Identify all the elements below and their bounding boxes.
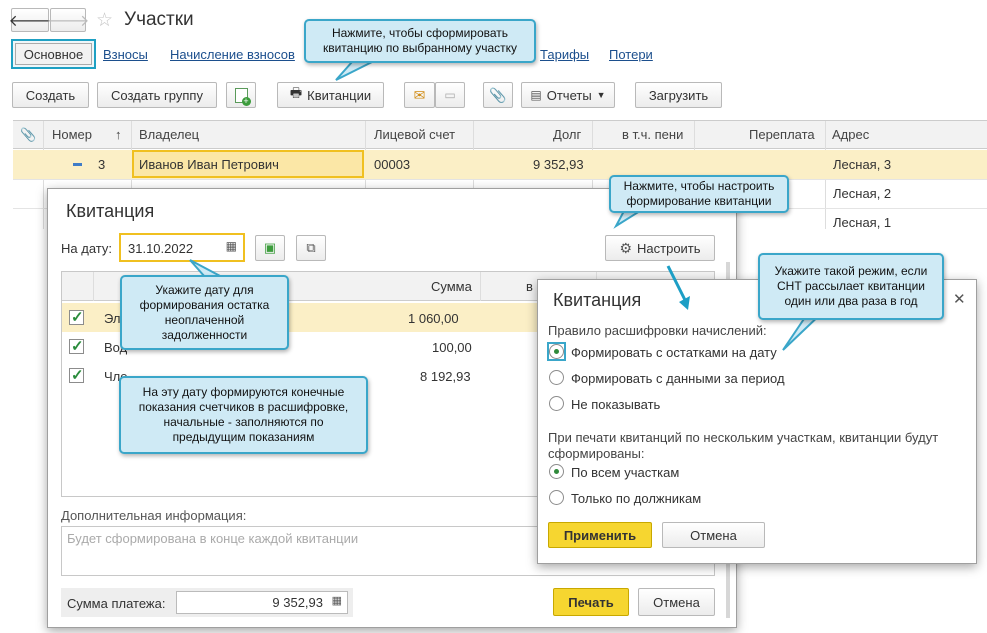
configure-hint: Нажмите, чтобы настроить формирование кв… [609, 175, 789, 213]
mode-hint: Укажите такой режим, если СНТ рассылает … [758, 253, 944, 320]
receipt-hint: Нажмите, чтобы сформировать квитанцию по… [304, 19, 536, 63]
meters-hint: На эту дату формируются конечные показан… [119, 376, 368, 454]
date-hint: Укажите дату для формирования остатка не… [120, 275, 289, 350]
